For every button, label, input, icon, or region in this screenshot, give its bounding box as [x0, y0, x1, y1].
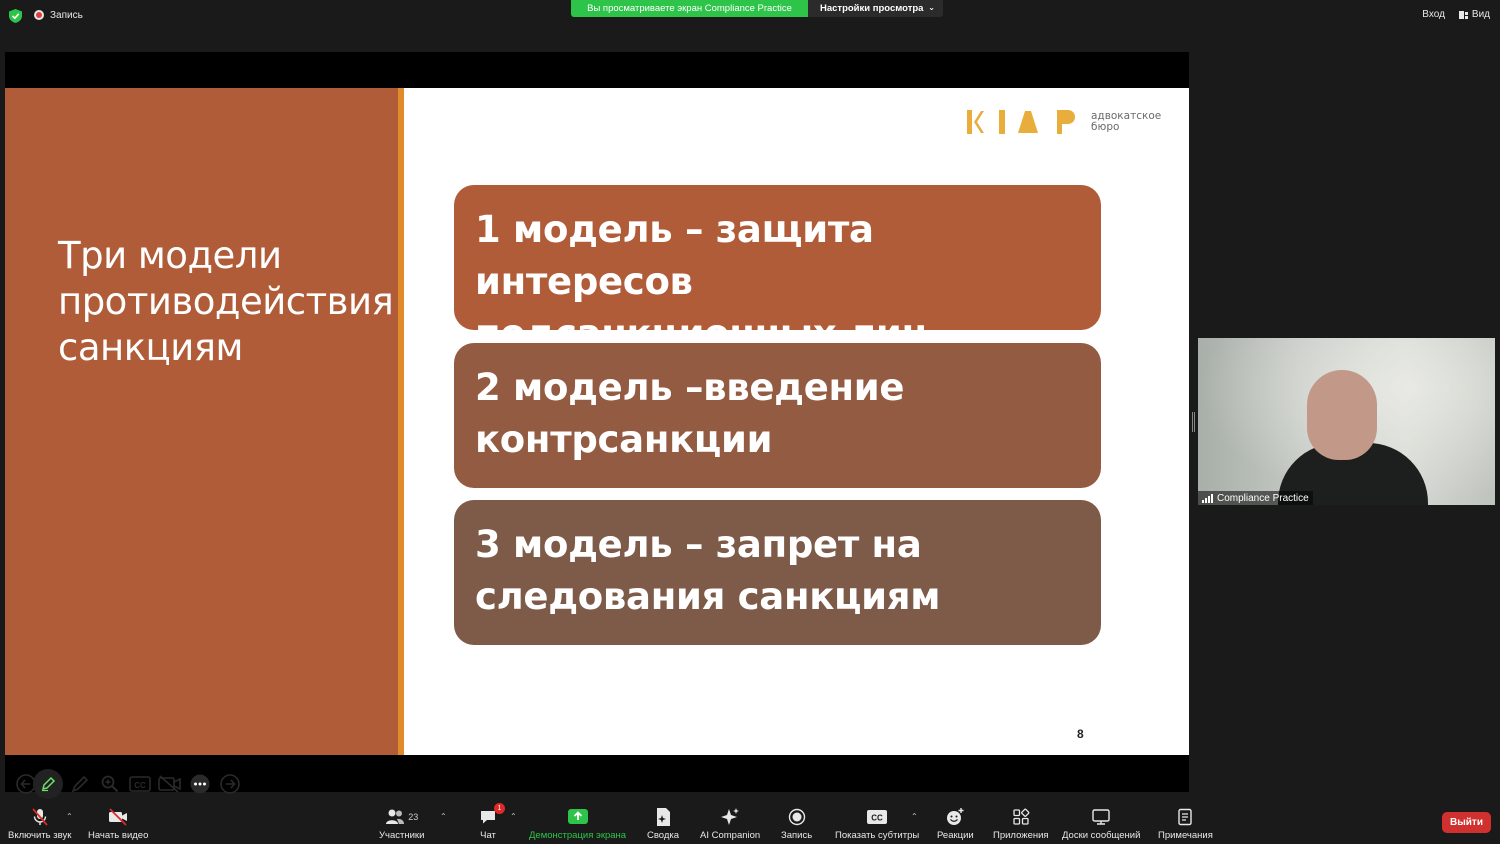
- logo-subtitle: адвокатское бюро: [1091, 110, 1162, 133]
- whiteboard-icon: [1092, 809, 1110, 825]
- signal-strength-icon: [1202, 493, 1213, 503]
- participants-label: Участники: [379, 830, 425, 841]
- slide-page-number: 8: [1077, 727, 1084, 741]
- reactions-label: Реакции: [937, 830, 974, 841]
- svg-text:CC: CC: [871, 814, 883, 823]
- chat-caret-icon[interactable]: ⌃: [510, 812, 517, 821]
- slide-left-panel: [5, 88, 398, 755]
- record-label: Запись: [781, 830, 813, 841]
- share-screen-button[interactable]: Демонстрация экрана: [529, 806, 626, 841]
- record-dot-icon: [34, 10, 44, 20]
- summary-icon: [657, 808, 671, 826]
- reactions-button[interactable]: Реакции: [937, 806, 974, 841]
- recording-label: Запись: [50, 9, 83, 21]
- subtitles-icon[interactable]: CC: [127, 771, 153, 797]
- apps-label: Приложения: [993, 830, 1049, 841]
- shared-screen[interactable]: Три модели противодействия санкциям адво…: [5, 52, 1189, 799]
- slide-title: Три модели противодействия санкциям: [58, 234, 394, 369]
- notes-button[interactable]: Примечания: [1158, 806, 1213, 841]
- view-settings-dropdown[interactable]: Настройки просмотра ⌄: [808, 0, 943, 17]
- unmute-button[interactable]: Включить звук: [8, 806, 71, 841]
- leave-meeting-button[interactable]: Выйти: [1442, 812, 1491, 833]
- chat-button[interactable]: 1 Чат: [479, 803, 505, 841]
- presentation-slide: Три модели противодействия санкциям адво…: [5, 88, 1189, 755]
- reactions-icon: [947, 808, 964, 825]
- ai-companion-button[interactable]: AI Companion: [700, 806, 760, 841]
- view-button[interactable]: Вид: [1458, 9, 1490, 20]
- zoom-icon[interactable]: [97, 771, 123, 797]
- signin-button[interactable]: Вход: [1422, 9, 1445, 20]
- summary-button[interactable]: Сводка: [647, 806, 679, 841]
- record-icon: [788, 808, 805, 826]
- share-screen-label: Демонстрация экрана: [529, 830, 627, 841]
- captions-caret-icon[interactable]: ⌃: [911, 812, 918, 821]
- participant-head: [1307, 370, 1377, 460]
- view-settings-label: Настройки просмотра: [820, 3, 924, 14]
- unmute-label: Включить звук: [8, 830, 72, 841]
- panel-resize-handle[interactable]: [1192, 412, 1195, 432]
- view-label: Вид: [1471, 9, 1490, 20]
- screen-share-banner: Вы просматриваете экран Compliance Pract…: [571, 0, 808, 17]
- captions-button[interactable]: CC Показать субтитры: [835, 806, 919, 841]
- model-box-2: 2 модель –введение контрсанкции: [454, 343, 1101, 488]
- apps-button[interactable]: Приложения: [993, 806, 1049, 841]
- chat-unread-badge: 1: [494, 803, 505, 814]
- slide-accent-stripe: [398, 88, 404, 755]
- meeting-toolbar: Включить звук ⌃ Начать видео 23 Участник…: [0, 802, 1500, 844]
- top-right-controls: Вход Вид: [1422, 9, 1490, 20]
- model-box-3: 3 модель – запрет на следования санкциям: [454, 500, 1101, 645]
- participant-name: Compliance Practice: [1217, 492, 1309, 504]
- participants-caret-icon[interactable]: ⌃: [440, 812, 447, 821]
- captions-label: Показать субтитры: [835, 830, 920, 841]
- microphone-muted-icon: [31, 808, 48, 826]
- video-off-icon: [109, 808, 128, 826]
- svg-text:CC: CC: [134, 781, 146, 790]
- recording-indicator[interactable]: Запись: [34, 8, 83, 22]
- apps-icon: [1013, 808, 1030, 825]
- highlighter-icon[interactable]: [67, 771, 93, 797]
- summary-label: Сводка: [647, 830, 680, 841]
- notes-label: Примечания: [1158, 830, 1213, 841]
- participant-video-tile[interactable]: [1198, 338, 1495, 505]
- start-video-label: Начать видео: [88, 830, 149, 841]
- more-options-icon[interactable]: [187, 771, 213, 797]
- kiar-logo-icon: [967, 110, 1075, 134]
- participants-count: 23: [408, 812, 419, 822]
- ai-companion-label: AI Companion: [700, 830, 761, 841]
- participants-icon: [386, 809, 405, 824]
- captions-icon: CC: [867, 810, 888, 824]
- model-box-1: 1 модель – защита интересов подсанкционн…: [454, 185, 1101, 355]
- company-logo: адвокатское бюро: [965, 108, 1161, 136]
- start-video-button[interactable]: Начать видео: [88, 806, 148, 841]
- pen-tool-icon[interactable]: [33, 769, 63, 799]
- view-layout-icon: [1458, 10, 1468, 19]
- notes-icon: [1178, 808, 1193, 826]
- whiteboards-label: Доски сообщений: [1062, 830, 1141, 841]
- shield-icon[interactable]: [9, 9, 22, 23]
- slideshow-controls: CC: [13, 769, 243, 799]
- share-screen-icon: [567, 809, 588, 824]
- top-bar: Запись Вы просматриваете экран Complianc…: [0, 0, 1500, 30]
- whiteboards-button[interactable]: Доски сообщений: [1062, 806, 1140, 841]
- camera-off-icon[interactable]: [157, 771, 183, 797]
- chat-label: Чат: [480, 830, 496, 841]
- next-slide-icon[interactable]: [217, 771, 243, 797]
- chevron-down-icon: ⌄: [928, 3, 935, 12]
- ai-sparkle-icon: [721, 808, 740, 825]
- record-button[interactable]: Запись: [781, 806, 812, 841]
- participants-button[interactable]: 23 Участники: [379, 806, 424, 841]
- participant-name-tag: Compliance Practice: [1198, 491, 1313, 505]
- audio-options-caret-icon[interactable]: ⌃: [66, 812, 73, 821]
